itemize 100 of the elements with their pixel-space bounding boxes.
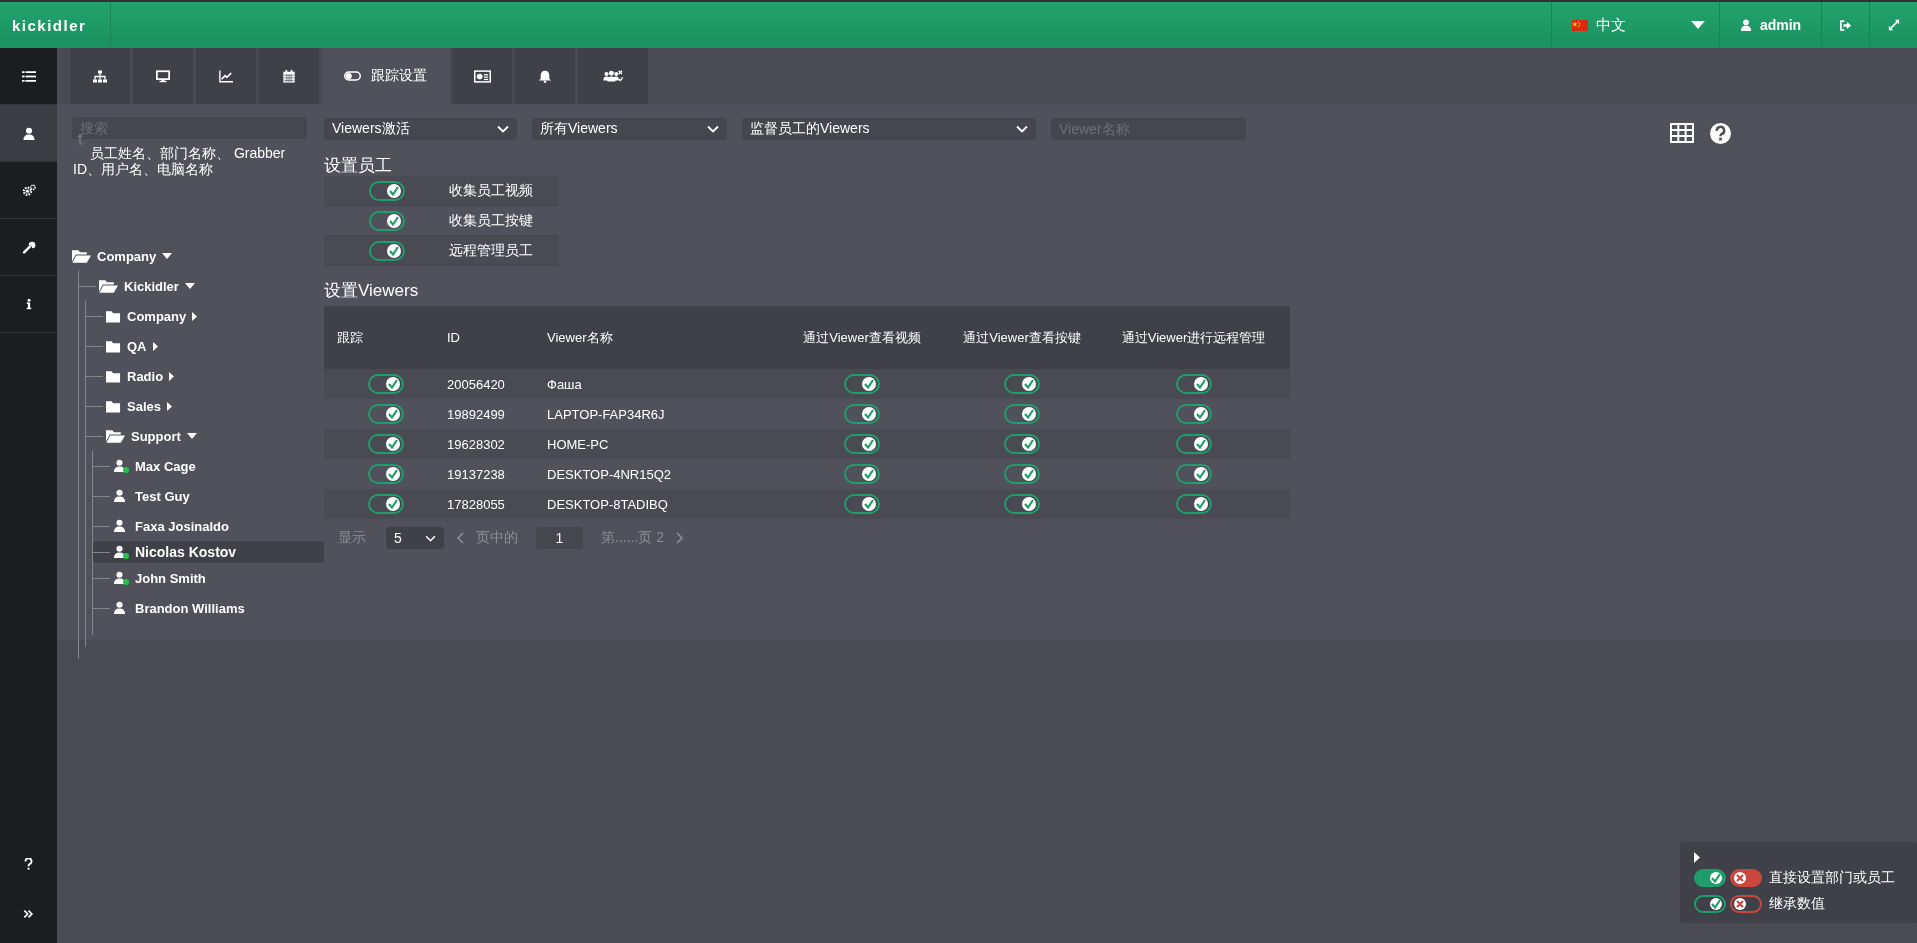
caret-right-icon [167,401,172,411]
open-folder-icon [106,429,125,443]
toggle-switch[interactable] [1175,464,1212,484]
online-dot [123,579,129,585]
toggle-switch[interactable] [367,374,404,394]
tab[interactable] [70,48,130,104]
employee-item[interactable]: Faxa Josinaldo [113,518,229,534]
column-header: ID [447,330,460,345]
column-header: 跟踪 [337,329,363,345]
caret-right-icon [152,341,158,351]
legend-label: 直接设置部门或员工 [1769,869,1895,887]
folder-icon [106,369,121,383]
tab[interactable] [196,48,256,104]
toggle-switch[interactable] [367,464,404,484]
caret-right-icon [169,371,175,381]
toggle-switch[interactable] [1175,374,1212,394]
caret-icon [1691,21,1705,29]
tab[interactable]: 跟踪设置 [322,48,449,104]
caret-right-icon [192,311,198,321]
id-card-icon [473,69,491,83]
toggle-switch[interactable] [1730,869,1762,887]
page-total: 第......页 2 [601,529,664,547]
table-cell: DESKTOP-8TADIBQ [547,496,668,512]
online-dot [123,553,129,559]
toggle-switch[interactable] [1004,434,1040,454]
department-item[interactable]: Sales [106,398,172,414]
logo[interactable]: kickidler [12,16,87,34]
tab[interactable] [259,48,319,104]
table-cell: 19628302 [447,436,505,452]
chevron-down-icon [707,125,719,133]
gears-icon [21,183,36,197]
online-dot [123,467,129,473]
table-cell: HOME-PC [547,436,609,452]
employee-item[interactable]: Brandon Williams [113,600,245,616]
toggle-switch[interactable] [1694,895,1726,913]
user-icon [21,126,36,140]
toggle-switch[interactable] [1730,895,1762,913]
toggle-switch[interactable] [844,374,880,394]
filter-dropdown[interactable]: 监督员工的Viewers [742,118,1036,140]
toggle-switch[interactable] [1175,434,1212,454]
filter-dropdown[interactable]: 所有Viewers [532,118,727,140]
tab[interactable] [133,48,193,104]
page-size-dropdown[interactable]: 5 [386,527,444,549]
department-item[interactable]: Company [72,248,173,264]
help-icon[interactable] [1710,122,1731,144]
toggle-switch[interactable] [367,404,404,424]
arrow-up-icon [75,133,85,145]
toggle-switch[interactable] [844,494,880,514]
page-size-label: 显示 [338,529,366,547]
caret-down-icon [184,283,195,289]
caret-down-icon [162,253,173,259]
chevron-down-icon [425,534,436,542]
department-item[interactable]: Support [106,428,197,444]
toggle-switch[interactable] [1004,404,1040,424]
toggle-switch[interactable] [1175,404,1212,424]
toggle-switch[interactable] [844,404,880,424]
filter-dropdown[interactable]: Viewers激活 [324,118,517,140]
department-item[interactable]: QA [106,338,158,354]
toggle-switch[interactable] [367,494,404,514]
users-icon [602,69,624,83]
toggle-switch[interactable] [1004,464,1040,484]
page-number-field[interactable]: 1 [536,527,583,549]
toggle-switch[interactable] [368,180,405,201]
department-item[interactable]: Kickidler [99,278,195,294]
section-title: 设置Viewers [324,280,420,301]
toggle-switch[interactable] [1694,869,1726,887]
toggle-switch[interactable] [367,434,404,454]
toggle-switch[interactable] [368,240,405,261]
tab[interactable] [578,48,648,104]
employee-item[interactable]: John Smith [113,570,206,586]
table-cell: Фаша [547,376,582,392]
calendar-icon [282,69,296,83]
toggle-switch[interactable] [1175,494,1212,514]
monitor-icon [156,69,170,83]
caret-right-icon[interactable] [1694,852,1702,863]
chevron-down-icon [1016,125,1028,133]
tab[interactable] [452,48,512,104]
toggle-switch[interactable] [1004,374,1040,394]
toggle-switch[interactable] [844,434,880,454]
employee-item[interactable]: Test Guy [113,488,190,504]
sidebar-item[interactable] [0,105,57,162]
toggle-icon [344,71,361,81]
bell-icon [538,69,552,83]
toggle-switch[interactable] [844,464,880,484]
department-item[interactable]: Company [106,308,198,324]
tab[interactable] [515,48,575,104]
list-icon [21,69,36,83]
legend-label: 继承数值 [1769,895,1825,913]
toggle-switch[interactable] [368,210,405,231]
column-header: 通过Viewer进行远程管理 [1121,328,1266,347]
employee-item[interactable]: Max Cage [113,458,196,474]
wrench-icon [21,240,36,254]
flag-icon [1572,19,1588,31]
column-header: 通过Viewer查看视频 [803,328,921,347]
toggle-switch[interactable] [1004,494,1040,514]
department-item[interactable]: Radio [106,368,175,384]
setting-label: 收集员工按键 [449,211,534,230]
chevron-down-icon [497,125,509,133]
table-icon[interactable] [1670,123,1694,143]
line-chart-icon [219,69,233,83]
